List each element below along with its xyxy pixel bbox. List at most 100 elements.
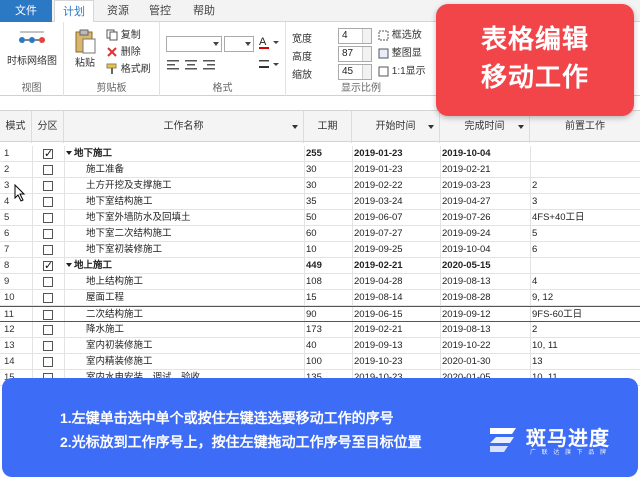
align-right-button[interactable] bbox=[202, 58, 216, 74]
width-spinner[interactable]: 4 bbox=[338, 28, 372, 44]
tab-plan[interactable]: 计划 bbox=[54, 0, 94, 23]
start-date-cell[interactable]: 2019-08-14 bbox=[354, 290, 438, 306]
row-number[interactable]: 7 bbox=[0, 242, 30, 258]
checkbox-icon[interactable] bbox=[43, 310, 53, 320]
task-name-cell[interactable]: 土方开挖及支撑施工 bbox=[66, 178, 302, 194]
duration-cell[interactable]: 50 bbox=[306, 210, 350, 226]
predecessor-cell[interactable]: 3 bbox=[532, 194, 632, 210]
end-date-cell[interactable]: 2019-09-12 bbox=[442, 307, 528, 323]
predecessor-cell[interactable]: 5 bbox=[532, 226, 632, 242]
duration-cell[interactable]: 108 bbox=[306, 274, 350, 290]
end-date-cell[interactable]: 2019-02-21 bbox=[442, 162, 528, 178]
row-number[interactable]: 2 bbox=[0, 162, 30, 178]
checkbox-icon[interactable] bbox=[43, 293, 53, 303]
row-number[interactable]: 12 bbox=[0, 322, 30, 338]
duration-cell[interactable]: 255 bbox=[306, 146, 350, 162]
paste-button[interactable]: 粘贴 bbox=[70, 28, 100, 69]
row-checkbox[interactable] bbox=[40, 322, 56, 338]
header-task-name[interactable]: 工作名称 bbox=[64, 111, 304, 143]
task-name-cell[interactable]: 施工准备 bbox=[66, 162, 302, 178]
table-row[interactable]: 7 地下室初装修施工 10 2019-09-25 2019-10-04 6 bbox=[0, 242, 640, 258]
duration-cell[interactable]: 15 bbox=[306, 290, 350, 306]
task-name-cell[interactable]: 地下室二次结构施工 bbox=[66, 226, 302, 242]
collapse-triangle-icon[interactable] bbox=[66, 263, 72, 268]
tab-control[interactable]: 管控 bbox=[140, 0, 180, 22]
font-family-combo[interactable] bbox=[166, 36, 222, 52]
predecessor-cell[interactable]: 10, 11 bbox=[532, 338, 632, 354]
row-checkbox[interactable] bbox=[40, 194, 56, 210]
predecessor-cell[interactable] bbox=[532, 258, 632, 274]
duration-cell[interactable]: 10 bbox=[306, 242, 350, 258]
duration-cell[interactable]: 90 bbox=[306, 307, 350, 323]
align-center-button[interactable] bbox=[184, 58, 198, 74]
checkbox-icon[interactable] bbox=[43, 197, 53, 207]
end-date-cell[interactable]: 2019-08-28 bbox=[442, 290, 528, 306]
row-number[interactable]: 10 bbox=[0, 290, 30, 306]
start-date-cell[interactable]: 2019-07-27 bbox=[354, 226, 438, 242]
collapse-triangle-icon[interactable] bbox=[66, 151, 72, 156]
header-zone[interactable]: 分区 bbox=[32, 111, 64, 143]
table-row[interactable]: 4 地下室结构施工 35 2019-03-24 2019-04-27 3 bbox=[0, 194, 640, 210]
predecessor-cell[interactable]: 9, 12 bbox=[532, 290, 632, 306]
end-dropdown-icon[interactable] bbox=[518, 125, 524, 129]
row-checkbox[interactable] bbox=[40, 162, 56, 178]
start-date-cell[interactable]: 2019-06-15 bbox=[354, 307, 438, 323]
end-date-cell[interactable]: 2019-08-13 bbox=[442, 322, 528, 338]
row-checkbox[interactable] bbox=[40, 210, 56, 226]
timescale-network-button[interactable]: 时标网络图 bbox=[4, 28, 60, 67]
row-checkbox[interactable] bbox=[40, 258, 56, 274]
row-number[interactable]: 11 bbox=[0, 307, 30, 323]
end-date-cell[interactable]: 2019-04-27 bbox=[442, 194, 528, 210]
task-name-cell[interactable]: 降水施工 bbox=[66, 322, 302, 338]
end-date-cell[interactable]: 2020-01-30 bbox=[442, 354, 528, 370]
duration-cell[interactable]: 30 bbox=[306, 162, 350, 178]
header-duration[interactable]: 工期 bbox=[304, 111, 352, 143]
table-row[interactable]: 2 施工准备 30 2019-01-23 2019-02-21 bbox=[0, 162, 640, 178]
row-number[interactable]: 6 bbox=[0, 226, 30, 242]
duration-cell[interactable]: 40 bbox=[306, 338, 350, 354]
checkbox-icon[interactable] bbox=[43, 258, 53, 274]
row-checkbox[interactable] bbox=[40, 146, 56, 162]
end-date-cell[interactable]: 2019-09-24 bbox=[442, 226, 528, 242]
end-date-cell[interactable]: 2019-10-22 bbox=[442, 338, 528, 354]
tab-help[interactable]: 帮助 bbox=[184, 0, 224, 22]
checkbox-icon[interactable] bbox=[43, 341, 53, 351]
align-left-button[interactable] bbox=[166, 58, 180, 74]
header-start[interactable]: 开始时间 bbox=[352, 111, 440, 143]
row-number[interactable]: 1 bbox=[0, 146, 30, 162]
task-name-dropdown-icon[interactable] bbox=[292, 125, 298, 129]
font-size-combo[interactable] bbox=[224, 36, 254, 52]
row-number[interactable]: 8 bbox=[0, 258, 30, 274]
start-date-cell[interactable]: 2019-09-13 bbox=[354, 338, 438, 354]
format-painter-button[interactable]: 格式刷 bbox=[106, 62, 151, 78]
task-name-cell[interactable]: 室内初装修施工 bbox=[66, 338, 302, 354]
task-name-cell[interactable]: 屋面工程 bbox=[66, 290, 302, 306]
predecessor-cell[interactable]: 13 bbox=[532, 354, 632, 370]
task-name-cell[interactable]: 地下施工 bbox=[66, 146, 302, 162]
start-dropdown-icon[interactable] bbox=[428, 125, 434, 129]
row-checkbox[interactable] bbox=[40, 338, 56, 354]
task-name-cell[interactable]: 地下室初装修施工 bbox=[66, 242, 302, 258]
table-row[interactable]: 9 地上结构施工 108 2019-04-28 2019-08-13 4 bbox=[0, 274, 640, 290]
end-date-cell[interactable]: 2020-05-15 bbox=[442, 258, 528, 274]
table-row[interactable]: 6 地下室二次结构施工 60 2019-07-27 2019-09-24 5 bbox=[0, 226, 640, 242]
duration-cell[interactable]: 173 bbox=[306, 322, 350, 338]
task-name-cell[interactable]: 室内精装修施工 bbox=[66, 354, 302, 370]
task-name-cell[interactable]: 地上结构施工 bbox=[66, 274, 302, 290]
end-date-cell[interactable]: 2019-10-04 bbox=[442, 242, 528, 258]
start-date-cell[interactable]: 2019-02-21 bbox=[354, 258, 438, 274]
task-name-cell[interactable]: 地上施工 bbox=[66, 258, 302, 274]
row-checkbox[interactable] bbox=[40, 354, 56, 370]
end-date-cell[interactable]: 2019-08-13 bbox=[442, 274, 528, 290]
task-name-cell[interactable]: 地下室结构施工 bbox=[66, 194, 302, 210]
checkbox-icon[interactable] bbox=[43, 213, 53, 223]
row-checkbox[interactable] bbox=[40, 178, 56, 194]
row-number[interactable]: 14 bbox=[0, 354, 30, 370]
table-row[interactable]: 5 地下室外墙防水及回填土 50 2019-06-07 2019-07-26 4FS+40… bbox=[0, 210, 640, 226]
start-date-cell[interactable]: 2019-09-25 bbox=[354, 242, 438, 258]
predecessor-cell[interactable]: 9FS-60工日 bbox=[532, 307, 632, 323]
predecessor-cell[interactable]: 4 bbox=[532, 274, 632, 290]
start-date-cell[interactable]: 2019-02-22 bbox=[354, 178, 438, 194]
predecessor-cell[interactable]: 4FS+40工日 bbox=[532, 210, 632, 226]
zoom-spinner[interactable]: 45 bbox=[338, 64, 372, 80]
